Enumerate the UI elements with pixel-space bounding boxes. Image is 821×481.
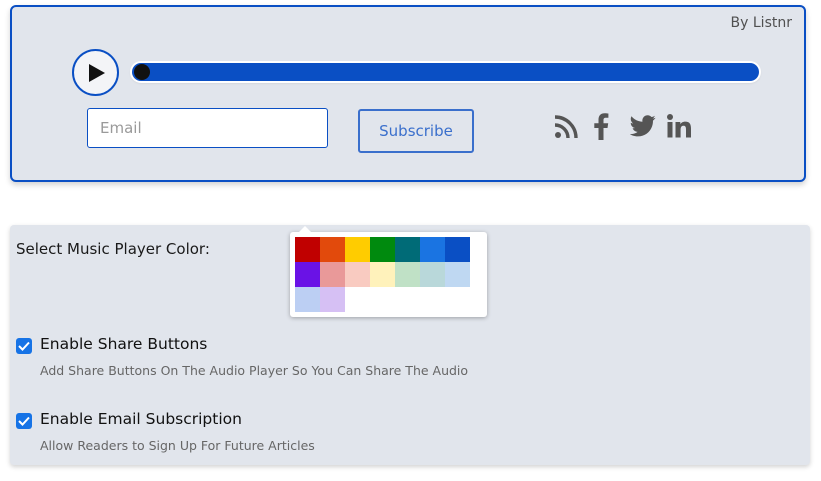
check-icon (18, 416, 30, 426)
color-swatch[interactable] (320, 287, 345, 312)
audio-player-card: By Listnr Subscribe (10, 5, 806, 182)
linkedin-icon[interactable] (667, 114, 691, 142)
color-swatch[interactable] (295, 262, 320, 287)
color-swatch[interactable] (445, 237, 470, 262)
color-swatch[interactable] (345, 237, 370, 262)
color-swatch[interactable] (320, 237, 345, 262)
color-select-label: Select Music Player Color: (16, 240, 210, 258)
facebook-icon[interactable] (593, 112, 609, 144)
share-buttons-title: Enable Share Buttons (40, 335, 208, 353)
color-swatch[interactable] (295, 237, 320, 262)
email-subscription-title: Enable Email Subscription (40, 410, 242, 428)
color-swatch[interactable] (370, 262, 395, 287)
color-picker-popover (290, 226, 487, 317)
color-swatch[interactable] (395, 237, 420, 262)
player-settings-panel: Select Music Player Color: Enable Share … (10, 225, 810, 465)
email-input[interactable] (87, 108, 328, 148)
color-swatch[interactable] (345, 262, 370, 287)
play-button[interactable] (72, 49, 119, 96)
rss-icon[interactable] (554, 115, 578, 143)
color-swatch[interactable] (295, 287, 320, 312)
color-swatch[interactable] (320, 262, 345, 287)
share-buttons-description: Add Share Buttons On The Audio Player So… (40, 363, 469, 378)
play-icon (89, 64, 105, 82)
twitter-icon[interactable] (629, 115, 656, 141)
email-subscription-description: Allow Readers to Sign Up For Future Arti… (40, 438, 315, 453)
color-swatch-grid (295, 237, 470, 312)
check-icon (18, 341, 30, 351)
progress-handle[interactable] (134, 64, 150, 80)
color-swatch[interactable] (395, 262, 420, 287)
color-swatch[interactable] (420, 237, 445, 262)
subscribe-button[interactable]: Subscribe (358, 109, 474, 153)
share-buttons-checkbox[interactable] (16, 338, 32, 354)
color-swatch[interactable] (420, 262, 445, 287)
player-credit: By Listnr (730, 15, 792, 31)
progress-bar[interactable] (132, 63, 759, 81)
color-swatch[interactable] (445, 262, 470, 287)
color-swatch[interactable] (370, 237, 395, 262)
email-subscription-checkbox[interactable] (16, 413, 32, 429)
